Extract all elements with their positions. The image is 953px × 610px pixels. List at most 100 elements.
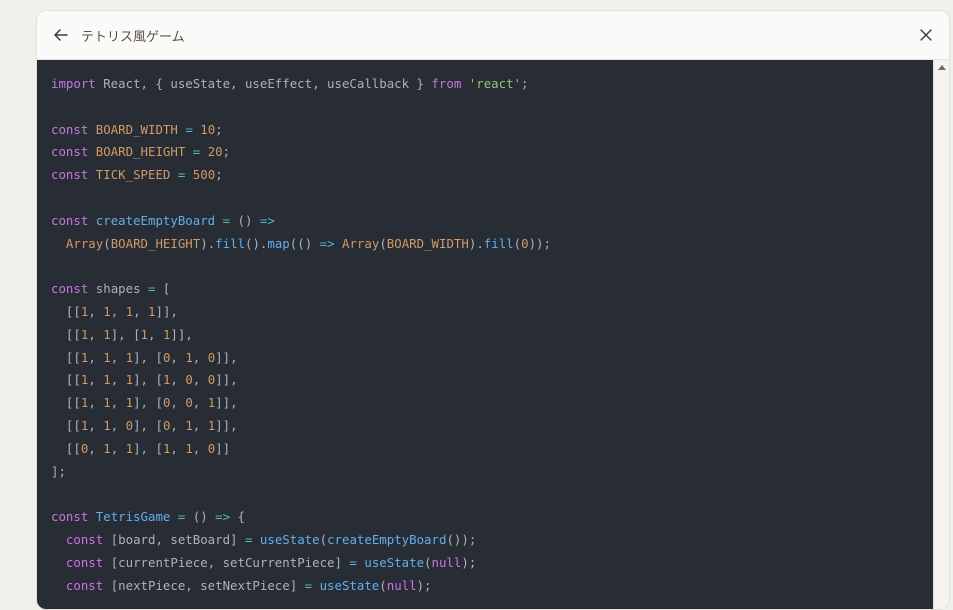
- code-token: BOARD_WIDTH: [386, 235, 469, 251]
- code-token: =: [222, 212, 231, 228]
- scroll-up-arrow-icon[interactable]: [938, 65, 946, 70]
- code-token: ,: [88, 417, 104, 433]
- code-token: ,: [88, 326, 104, 342]
- scrollbar[interactable]: [933, 60, 949, 609]
- code-token: (: [103, 235, 111, 251]
- code-token: ,: [192, 395, 208, 411]
- code-token: 0: [185, 395, 193, 411]
- code-token: 0: [185, 372, 193, 388]
- code-token: 1: [185, 417, 193, 433]
- code-token: import: [51, 76, 96, 91]
- code-token: TetrisGame: [95, 509, 171, 525]
- code-token: ], [: [133, 372, 163, 388]
- code-token: ], [: [133, 417, 163, 433]
- code-token: createEmptyBoard: [95, 212, 216, 228]
- code-token: ]],: [215, 395, 238, 411]
- code-viewer[interactable]: import React, { useState, useEffect, use…: [37, 60, 933, 609]
- code-token: ,: [88, 372, 104, 388]
- code-token: [[: [51, 349, 81, 365]
- back-button[interactable]: [52, 26, 70, 44]
- code-token: ]],: [215, 417, 238, 433]
- code-token: ], [: [133, 440, 163, 456]
- code-token: ]],: [215, 349, 238, 365]
- code-block: import React, { useState, useEffect, use…: [37, 60, 933, 597]
- code-token: ;: [222, 144, 231, 160]
- code-token: const: [51, 509, 89, 525]
- code-token: null: [386, 577, 417, 593]
- code-line: [[1, 1], [1, 1]],: [51, 324, 933, 347]
- code-line: const [board, setBoard] = useState(creat…: [51, 529, 933, 552]
- code-token: 20: [207, 144, 223, 160]
- code-token: ,: [110, 303, 126, 319]
- code-token: ,: [192, 440, 208, 456]
- arrow-left-icon: [54, 29, 68, 41]
- code-token: Array: [65, 235, 104, 251]
- code-token: (): [230, 212, 260, 228]
- code-token: map: [267, 235, 290, 251]
- code-line: [[0, 1, 1], [1, 1, 0]]: [51, 438, 933, 461]
- code-token: 1: [103, 440, 111, 456]
- code-line: [[1, 1, 1], [0, 1, 0]],: [51, 347, 933, 370]
- code-token: BOARD_HEIGHT: [110, 235, 201, 251]
- code-token: BOARD_WIDTH: [95, 121, 178, 137]
- code-token: ,: [170, 395, 186, 411]
- code-token: useState: [364, 554, 425, 570]
- code-token: Array: [342, 235, 380, 251]
- code-line: const BOARD_HEIGHT = 20;: [51, 141, 933, 164]
- code-token: ,: [110, 372, 126, 388]
- code-token: ((): [289, 235, 320, 251]
- code-token: 1: [140, 326, 149, 342]
- code-token: shapes: [88, 281, 148, 297]
- code-token: ,: [110, 417, 126, 433]
- code-token: 0: [125, 417, 134, 433]
- code-line: const [nextPiece, setNextPiece] = useSta…: [51, 575, 933, 598]
- code-token: [nextPiece, setNextPiece]: [103, 577, 305, 593]
- code-line: [[1, 1, 1], [0, 0, 1]],: [51, 392, 933, 415]
- code-token: 1: [125, 372, 134, 388]
- code-token: const: [51, 281, 89, 297]
- code-token: ], [: [133, 395, 163, 411]
- code-token: =: [304, 577, 313, 593]
- code-line: const BOARD_WIDTH = 10;: [51, 119, 933, 142]
- close-button[interactable]: [918, 27, 934, 43]
- code-token: ]],: [155, 303, 178, 319]
- code-token: 1: [125, 440, 134, 456]
- code-token: 1: [103, 349, 111, 365]
- code-token: 1: [103, 326, 111, 342]
- code-token: ], [: [110, 326, 141, 342]
- code-line: const TetrisGame = () => {: [51, 506, 933, 529]
- code-token: ).: [200, 235, 216, 251]
- code-token: (: [319, 531, 328, 547]
- code-token: 1: [125, 349, 134, 365]
- code-token: from: [431, 76, 462, 91]
- code-token: ,: [110, 349, 126, 365]
- code-line: import React, { useState, useEffect, use…: [51, 73, 933, 96]
- code-line: const shapes = [: [51, 278, 933, 301]
- code-token: ]],: [215, 372, 238, 388]
- code-token: 0: [521, 235, 529, 251]
- code-token: 1: [103, 395, 111, 411]
- code-token: ,: [148, 326, 163, 342]
- code-token: {: [230, 509, 246, 525]
- code-token: const: [51, 212, 89, 228]
- panel-header: テトリス風ゲーム: [37, 11, 949, 60]
- code-token: [currentPiece, setCurrentPiece]: [103, 554, 350, 570]
- code-token: ,: [192, 372, 208, 388]
- code-line: ];: [51, 461, 933, 484]
